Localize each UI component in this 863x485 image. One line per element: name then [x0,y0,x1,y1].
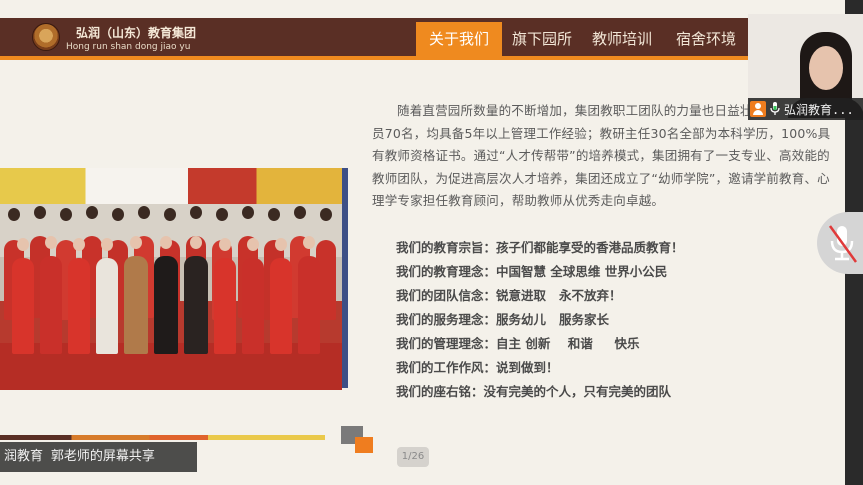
nav-teacher-training[interactable]: 教师培训 [592,22,652,56]
footer-color-bar [0,435,325,440]
brand-name: 弘润（山东）教育集团 [76,26,197,40]
photo-face [247,238,259,251]
photo-head [8,208,20,221]
photo-head [164,208,176,221]
photo-head [60,208,72,221]
photo-face [130,236,142,249]
photo-person [242,258,264,354]
brand-pinyin: Hong run shan dong jiao yu [66,42,191,52]
photo-head [138,206,150,219]
photo-head [216,208,228,221]
screen-share-view: 弘润（山东）教育集团 Hong run shan dong jiao yu 关于… [0,0,863,485]
photo-face [160,236,172,249]
photo-face [45,236,57,249]
tenet-work-style: 我们的工作作风：说到做到！ [396,360,559,375]
photo-head [190,206,202,219]
photo-head [294,206,306,219]
photo-person [270,258,292,354]
tenet-motto: 我们的座右铭：没有完美的个人，只有完美的团队 [396,384,672,399]
photo-face [275,238,287,251]
team-group-photo [0,168,342,390]
tenet-education-purpose: 我们的教育宗旨：孩子们都能享受的香港品质教育！ [396,240,684,255]
photo-person [214,258,236,354]
photo-person [298,256,320,354]
microphone-icon [770,102,780,115]
shared-slide: 弘润（山东）教育集团 Hong run shan dong jiao yu 关于… [0,0,845,485]
participant-info-bar: 弘润教育... [748,98,863,120]
photo-head [34,206,46,219]
photo-face [73,238,85,251]
screen-share-caption: 润教育 郭老师的屏幕共享 [0,442,197,472]
video-person-face [809,46,843,90]
nav-about-us[interactable]: 关于我们 [416,22,502,56]
school-emblem-icon [32,23,60,51]
photo-person [68,258,90,354]
photo-face [17,238,29,251]
photo-person [40,256,62,354]
tenet-education-philosophy: 我们的教育理念：中国智慧 全球思维 世界小公民 [396,264,668,279]
nav-dormitory[interactable]: 宿舍环境 [676,22,736,56]
nav-kindergartens[interactable]: 旗下园所 [512,22,572,56]
photo-frame-edge [342,168,348,388]
photo-face [190,236,202,249]
footer-deco-square-accent [355,437,373,453]
tenet-team-belief: 我们的团队信念：锐意进取 永不放弃！ [396,288,622,303]
photo-head [86,206,98,219]
photo-person [96,258,118,354]
photo-head [112,208,124,221]
header-accent-strip [0,56,760,60]
photo-person [154,256,178,354]
photo-person [124,256,148,354]
photo-stage-backdrop [0,168,342,204]
photo-head [320,208,332,221]
tenet-list: 我们的教育宗旨：孩子们都能享受的香港品质教育！ 我们的教育理念：中国智慧 全球思… [396,236,836,404]
photo-head [268,208,280,221]
photo-head [242,206,254,219]
photo-face [101,238,113,251]
photo-face [303,236,315,249]
tenet-management-philosophy: 我们的管理理念：自主 创新 和谐 快乐 [396,336,640,351]
microphone-muted-icon [828,225,858,263]
tenet-service-philosophy: 我们的服务理念：服务幼儿 服务家长 [396,312,610,327]
photo-person [184,256,208,354]
participant-name: 弘润教育... [784,102,854,117]
photo-face [219,238,231,251]
user-icon [750,101,766,117]
photo-person [12,258,34,354]
page-indicator: 1/26 [397,447,429,467]
